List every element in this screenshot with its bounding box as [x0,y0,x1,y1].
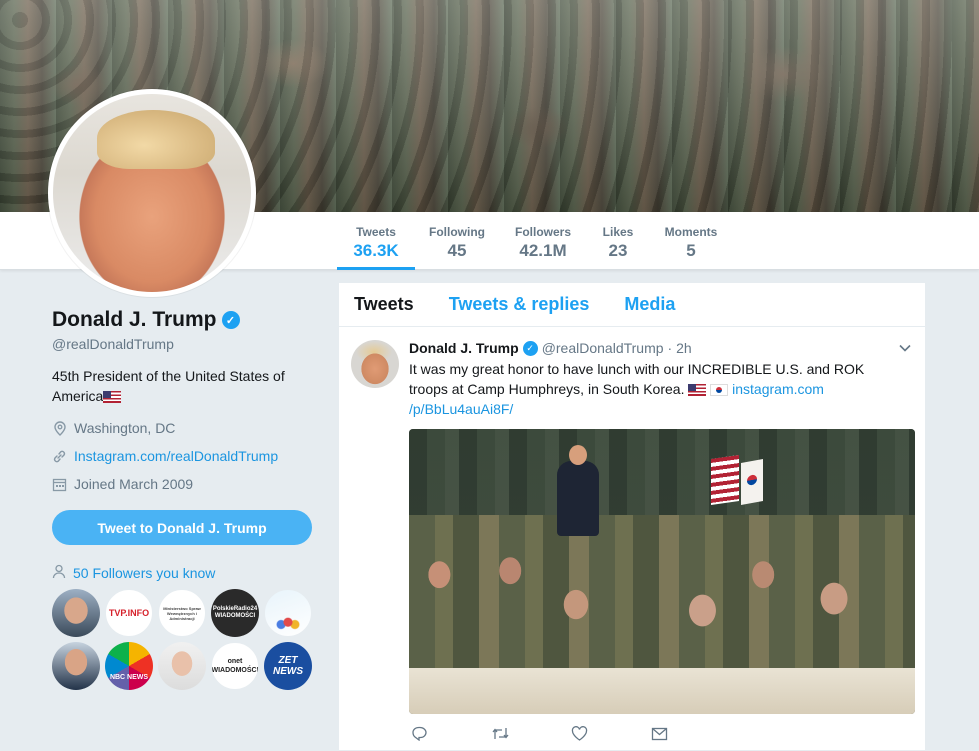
stat-value: 45 [447,241,467,260]
known-follower-label: ZET NEWS [273,655,303,677]
profile-location: Washington, DC [52,420,175,436]
known-follower-avatar[interactable] [264,589,312,637]
known-follower-label: TVP.INFO [108,607,150,618]
stat-moments[interactable]: Moments 5 [658,212,724,270]
us-flag-icon [103,391,122,404]
tweet[interactable]: Donald J. Trump ✓ @realDonaldTrump · 2h … [339,327,925,751]
avatar-photo [53,94,251,292]
followers-you-know[interactable]: 50 Followers you know [52,564,215,582]
profile-bio: 45th President of the United States of A… [52,366,312,406]
verified-badge-icon: ✓ [522,340,538,356]
tweet-author-name[interactable]: Donald J. Trump [409,340,519,356]
tweet-header: Donald J. Trump ✓ @realDonaldTrump · 2h [409,337,910,359]
followers-you-know-text: 50 Followers you know [73,565,216,581]
stat-value: 42.1M [519,241,567,260]
chevron-down-icon[interactable] [899,341,911,355]
known-follower-avatar[interactable] [158,642,206,690]
stat-label: Likes [602,225,634,239]
known-follower-avatar[interactable] [52,589,100,637]
known-follower-avatar[interactable] [52,642,100,690]
tweet-to-button[interactable]: Tweet to Donald J. Trump [52,510,312,545]
kr-flag-icon [710,384,729,397]
known-follower-avatar[interactable]: TVP.INFO [105,589,153,637]
tweet-avatar[interactable] [351,340,399,388]
reply-icon[interactable] [411,726,491,746]
tweet-link-path[interactable]: /p/BbLu4auAi8F/ [409,401,513,417]
link-icon [52,449,67,464]
timeline: Tweets Tweets & replies Media Donald J. … [338,282,926,751]
known-follower-avatar[interactable]: Ministerstwo Spraw Wewnętrznych i Admini… [158,589,206,637]
like-heart-icon[interactable] [571,726,651,746]
stat-followers[interactable]: Followers 42.1M [508,212,578,270]
avatar-hair [96,109,216,170]
direct-message-icon[interactable] [651,726,731,746]
stat-tweets[interactable]: Tweets 36.3K [337,212,415,270]
known-follower-avatar[interactable]: PolskieRadio24 WIADOMOŚCI [211,589,259,637]
known-follower-label: onet WIADOMOŚCI [211,658,259,674]
us-flag-icon [688,384,707,397]
known-follower-label: Ministerstwo Spraw Wewnętrznych i Admini… [163,605,201,621]
profile-joined: Joined March 2009 [52,476,193,492]
tab-tweets[interactable]: Tweets [354,294,414,315]
stat-label: Followers [514,225,571,239]
tweet-timestamp[interactable]: · 2h [668,340,692,356]
person-icon [52,564,66,582]
tweet-link[interactable]: instagram.com [732,381,824,397]
tab-tweets-replies[interactable]: Tweets & replies [449,294,590,315]
tweet-actions [409,726,910,746]
stat-label: Tweets [356,225,396,239]
bio-text: 45th President of the United States of A… [52,368,285,404]
tweet-body: Donald J. Trump ✓ @realDonaldTrump · 2h … [409,337,915,746]
verified-badge-icon: ✓ [221,311,240,329]
photo-tables [409,668,915,714]
photo-kr-flag [741,459,763,505]
photo-us-flag [711,455,739,505]
photo-speaker [557,445,599,536]
stat-following[interactable]: Following 45 [424,212,490,270]
known-followers-grid: TVP.INFO Ministerstwo Spraw Wewnętrznych… [52,589,314,690]
known-follower-avatar[interactable]: onet WIADOMOŚCI [211,642,259,690]
stat-value: 36.3K [353,241,399,260]
tweet-photo[interactable] [409,429,915,714]
tab-media[interactable]: Media [624,294,675,315]
known-follower-label: NBC NEWS [109,674,149,681]
profile-website[interactable]: Instagram.com/realDonaldTrump [52,448,278,464]
calendar-icon [52,477,67,492]
retweet-icon[interactable] [491,726,571,746]
location-text: Washington, DC [74,420,176,436]
stat-label: Following [429,225,485,239]
joined-text: Joined March 2009 [74,476,194,492]
location-pin-icon [52,420,67,436]
tweet-author-handle[interactable]: @realDonaldTrump [542,340,664,356]
stat-likes[interactable]: Likes 23 [596,212,640,270]
profile-name-text: Donald J. Trump [52,308,217,331]
profile-handle[interactable]: @realDonaldTrump [52,336,174,352]
timeline-tabs: Tweets Tweets & replies Media [339,283,925,327]
known-follower-label: PolskieRadio24 WIADOMOŚCI [212,606,258,619]
known-follower-avatar[interactable]: NBC NEWS [105,642,153,690]
website-link[interactable]: Instagram.com/realDonaldTrump [74,448,278,464]
known-follower-avatar[interactable]: ZET NEWS [264,642,312,690]
profile-avatar[interactable] [48,89,256,297]
tweet-text: It was my great honor to have lunch with… [409,359,879,419]
stat-value: 23 [608,241,628,260]
stat-label: Moments [664,225,718,239]
stat-value: 5 [686,241,696,260]
profile-name[interactable]: Donald J. Trump ✓ [52,308,240,332]
